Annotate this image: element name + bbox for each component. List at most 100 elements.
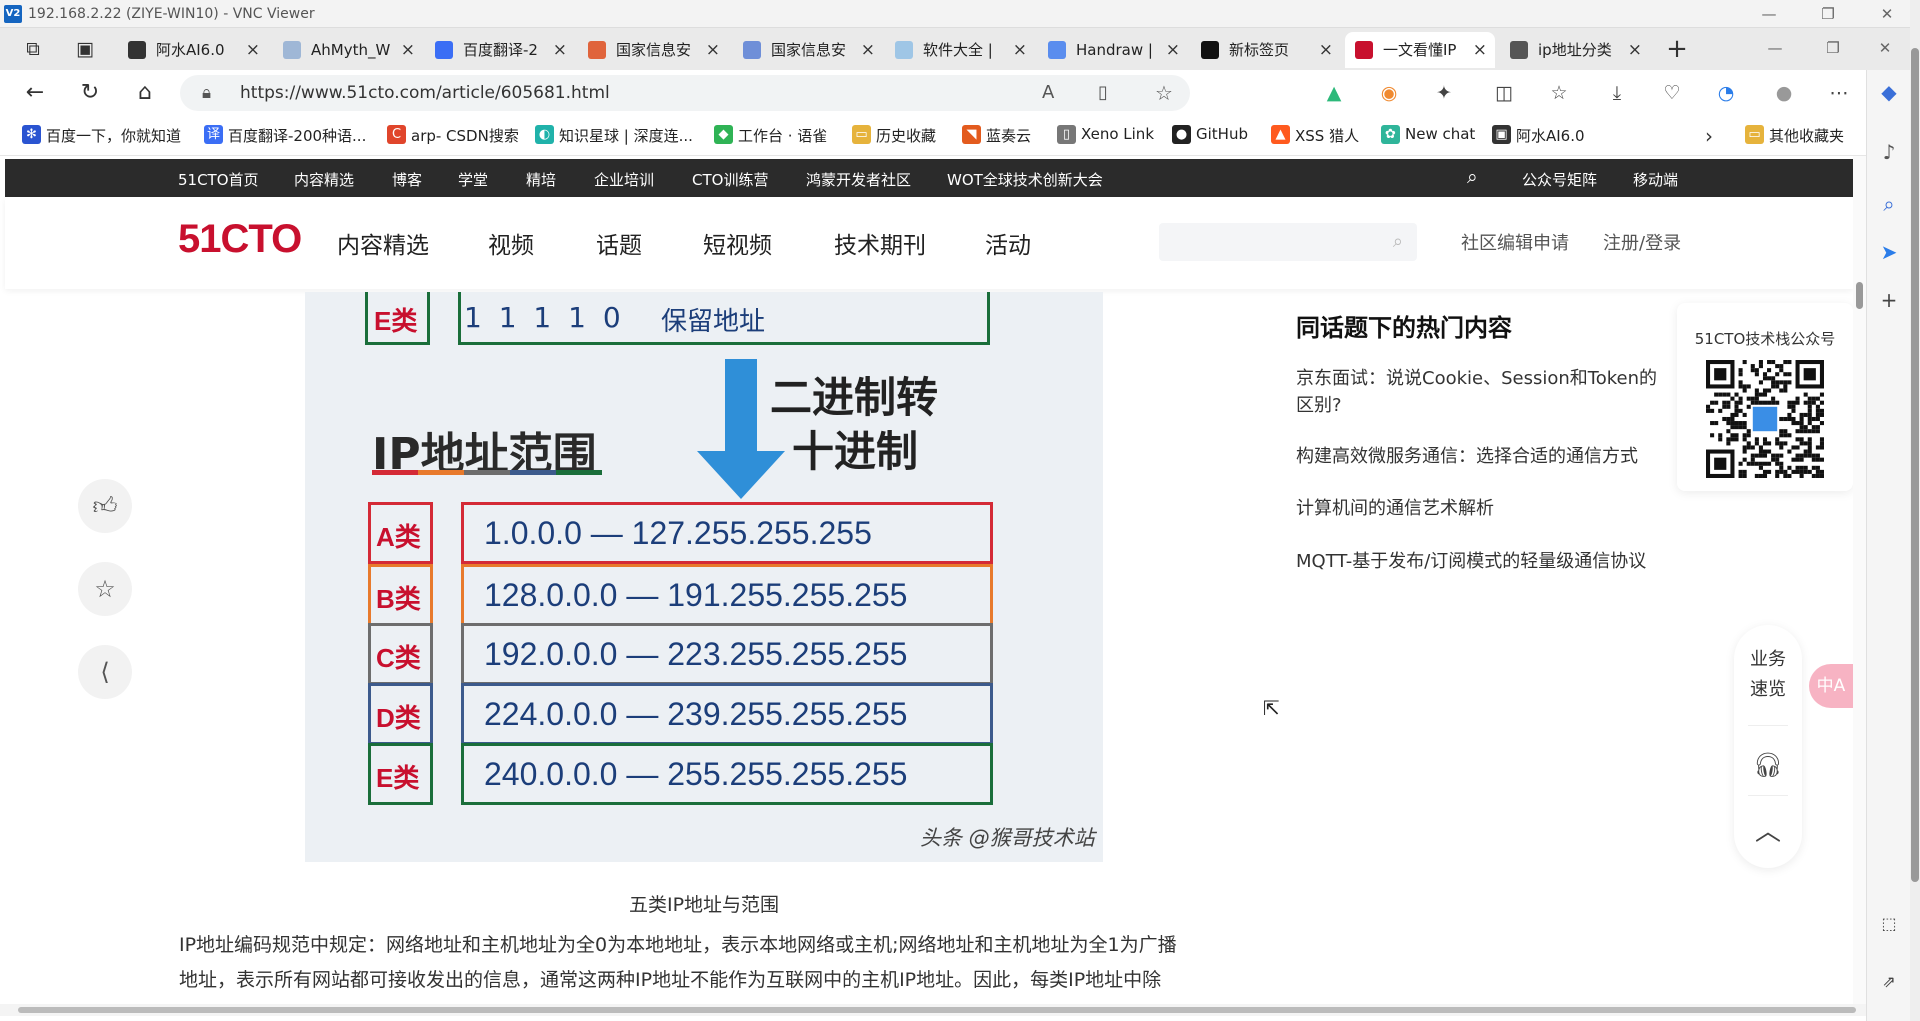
- site-top-nav-item[interactable]: 精培: [526, 169, 556, 190]
- vnc-scrollbar-thumb[interactable]: [1911, 48, 1919, 882]
- hot-item[interactable]: 构建高效微服务通信：选择合适的通信方式: [1296, 443, 1666, 470]
- tab-close-icon[interactable]: ×: [401, 32, 415, 68]
- bell-icon[interactable]: ♪: [1877, 140, 1901, 164]
- share-icon[interactable]: ⟨: [78, 645, 132, 699]
- downloads-icon[interactable]: ⤓: [1603, 80, 1631, 106]
- site-top-nav-item[interactable]: CTO训练营: [692, 169, 768, 190]
- vnc-maximize-button[interactable]: ❐: [1805, 2, 1851, 26]
- site-main-nav-item[interactable]: 话题: [596, 226, 642, 260]
- copilot-sidebar-icon[interactable]: ◆: [1877, 80, 1901, 104]
- tab-close-icon[interactable]: ×: [553, 32, 567, 68]
- browser-tab[interactable]: 国家信息安 ×: [578, 32, 728, 68]
- settings-more-icon[interactable]: ⋯: [1825, 80, 1853, 106]
- bookmark-item[interactable]: ◥ 蓝奏云: [960, 125, 1031, 146]
- browser-tab[interactable]: 新标签页 ×: [1191, 32, 1341, 68]
- browser-tab[interactable]: AhMyth_W ×: [273, 32, 423, 68]
- bookmark-item[interactable]: 译百度翻译-200种语...: [202, 125, 366, 146]
- tab-close-icon[interactable]: ×: [861, 32, 875, 68]
- site-main-nav-right-link[interactable]: 注册/登录: [1603, 229, 1681, 255]
- search-icon[interactable]: ⌕: [1393, 231, 1403, 252]
- site-main-nav-item[interactable]: 技术期刊: [834, 226, 926, 260]
- site-main-nav-item[interactable]: 短视频: [703, 226, 772, 260]
- browser-tab[interactable]: 一文看懂IP ×: [1345, 32, 1495, 68]
- new-tab-button[interactable]: +: [1662, 34, 1692, 64]
- back-to-top-chevron-icon[interactable]: ︿: [1734, 811, 1802, 848]
- like-thumbs-up-icon[interactable]: 👍︎: [78, 479, 132, 533]
- bookmark-item[interactable]: ◆ 工作台 · 语雀: [712, 125, 827, 146]
- bookmark-item[interactable]: ▣ 阿水AI6.0: [1490, 125, 1585, 146]
- copilot-icon[interactable]: ◔: [1712, 80, 1740, 106]
- tab-close-icon[interactable]: ×: [1473, 32, 1487, 68]
- browser-tab[interactable]: 国家信息安 ×: [733, 32, 883, 68]
- site-top-nav-item[interactable]: 鸿蒙开发者社区: [806, 169, 911, 190]
- bookmark-item[interactable]: ✻ 百度一下，你就知道: [20, 125, 181, 146]
- browser-minimize-button[interactable]: —: [1752, 36, 1798, 60]
- horizontal-scrollbar[interactable]: [0, 1004, 1866, 1016]
- browser-tab[interactable]: 软件大全 | ×: [885, 32, 1035, 68]
- other-favorites-folder[interactable]: ▭ 其他收藏夹: [1743, 125, 1844, 146]
- horizontal-scrollbar-thumb[interactable]: [18, 1007, 1856, 1013]
- favorite-star-icon[interactable]: ☆: [78, 562, 132, 616]
- browser-tab[interactable]: Handraw | ×: [1038, 32, 1188, 68]
- browser-close-button[interactable]: ✕: [1862, 36, 1908, 60]
- send-icon[interactable]: ➤: [1877, 240, 1901, 264]
- tab-close-icon[interactable]: ×: [706, 32, 720, 68]
- bookmark-item[interactable]: ▭ 历史收藏: [850, 125, 936, 146]
- extension-badge-icon[interactable]: ◉: [1375, 80, 1403, 106]
- address-bar[interactable]: 🔒︎ https://www.51cto.com/article/605681.…: [180, 75, 1190, 111]
- lock-icon[interactable]: 🔒︎: [202, 83, 211, 103]
- add-sidebar-icon[interactable]: +: [1877, 288, 1901, 312]
- site-top-nav-item[interactable]: 内容精选: [294, 169, 354, 190]
- bookmark-item[interactable]: ▯ Xeno Link: [1055, 125, 1154, 144]
- bookmark-item[interactable]: ▲ XSS 猎人: [1269, 125, 1359, 146]
- tab-close-icon[interactable]: ×: [1319, 32, 1333, 68]
- browser-essentials-icon[interactable]: ♡: [1658, 80, 1686, 106]
- browser-tab[interactable]: 百度翻译-2 ×: [425, 32, 575, 68]
- site-top-nav-right-item[interactable]: 移动端: [1633, 169, 1678, 190]
- hot-item[interactable]: 京东面试：说说Cookie、Session和Token的区别?: [1296, 365, 1666, 419]
- customer-service-headset-icon[interactable]: 🎧︎: [1734, 751, 1802, 779]
- tab-close-icon[interactable]: ×: [1628, 32, 1642, 68]
- bookmark-item[interactable]: Carp- CSDN搜索: [385, 125, 519, 146]
- site-top-nav-item[interactable]: 博客: [392, 169, 422, 190]
- hot-item[interactable]: 计算机间的通信艺术解析: [1296, 495, 1666, 522]
- site-main-nav-item[interactable]: 视频: [488, 226, 534, 260]
- bookmark-item[interactable]: ✿ New chat: [1379, 125, 1475, 144]
- tab-close-icon[interactable]: ×: [1013, 32, 1027, 68]
- url-text[interactable]: https://www.51cto.com/article/605681.htm…: [240, 83, 610, 103]
- home-icon[interactable]: ⌂: [130, 78, 160, 108]
- read-aloud-icon[interactable]: A: [1042, 82, 1054, 103]
- workspaces-icon[interactable]: ⧉: [18, 34, 48, 64]
- browser-restore-button[interactable]: ❐: [1810, 36, 1856, 60]
- bookmark-item[interactable]: ◐ 知识星球 | 深度连...: [533, 125, 693, 146]
- site-top-nav-item[interactable]: 企业培训: [594, 169, 654, 190]
- back-arrow-icon[interactable]: ←: [20, 78, 50, 108]
- open-external-icon[interactable]: ⇗: [1877, 970, 1901, 994]
- vertical-tabs-icon[interactable]: ▣: [70, 34, 100, 64]
- vnc-scrollbar[interactable]: [1910, 0, 1920, 1021]
- immersive-reader-icon[interactable]: ▯: [1098, 82, 1108, 103]
- site-top-nav-item[interactable]: 学堂: [458, 169, 488, 190]
- site-top-nav-right-item[interactable]: 公众号矩阵: [1522, 169, 1597, 190]
- site-main-nav-right-link[interactable]: 社区编辑申请: [1461, 229, 1569, 255]
- refresh-icon[interactable]: ↻: [75, 78, 105, 108]
- vnc-close-button[interactable]: ✕: [1864, 2, 1910, 26]
- screenshot-icon[interactable]: ⬚: [1877, 912, 1901, 936]
- browser-tab[interactable]: 阿水AI6.0 ×: [118, 32, 268, 68]
- site-search-input[interactable]: ⌕: [1159, 223, 1417, 261]
- tab-close-icon[interactable]: ×: [246, 32, 260, 68]
- hot-item[interactable]: MQTT-基于发布/订阅模式的轻量级通信协议: [1296, 548, 1666, 575]
- browser-tab[interactable]: ip地址分类 ×: [1500, 32, 1650, 68]
- site-main-nav-item[interactable]: 活动: [985, 226, 1031, 260]
- tab-close-icon[interactable]: ×: [1166, 32, 1180, 68]
- business-overview-button[interactable]: 业务 速览: [1734, 645, 1802, 705]
- page-scrollbar[interactable]: [1853, 156, 1866, 1004]
- extensions-icon[interactable]: ✦: [1430, 80, 1458, 106]
- bookmarks-overflow-chevron-icon[interactable]: ›: [1694, 121, 1724, 151]
- favorites-icon[interactable]: ☆: [1545, 80, 1573, 106]
- site-logo[interactable]: 51CTO: [178, 217, 302, 262]
- search-icon[interactable]: ⌕: [1467, 166, 1478, 188]
- profile-avatar-icon[interactable]: ●: [1770, 80, 1798, 106]
- vnc-minimize-button[interactable]: —: [1746, 2, 1792, 26]
- bookmark-item[interactable]: ● GitHub: [1170, 125, 1248, 144]
